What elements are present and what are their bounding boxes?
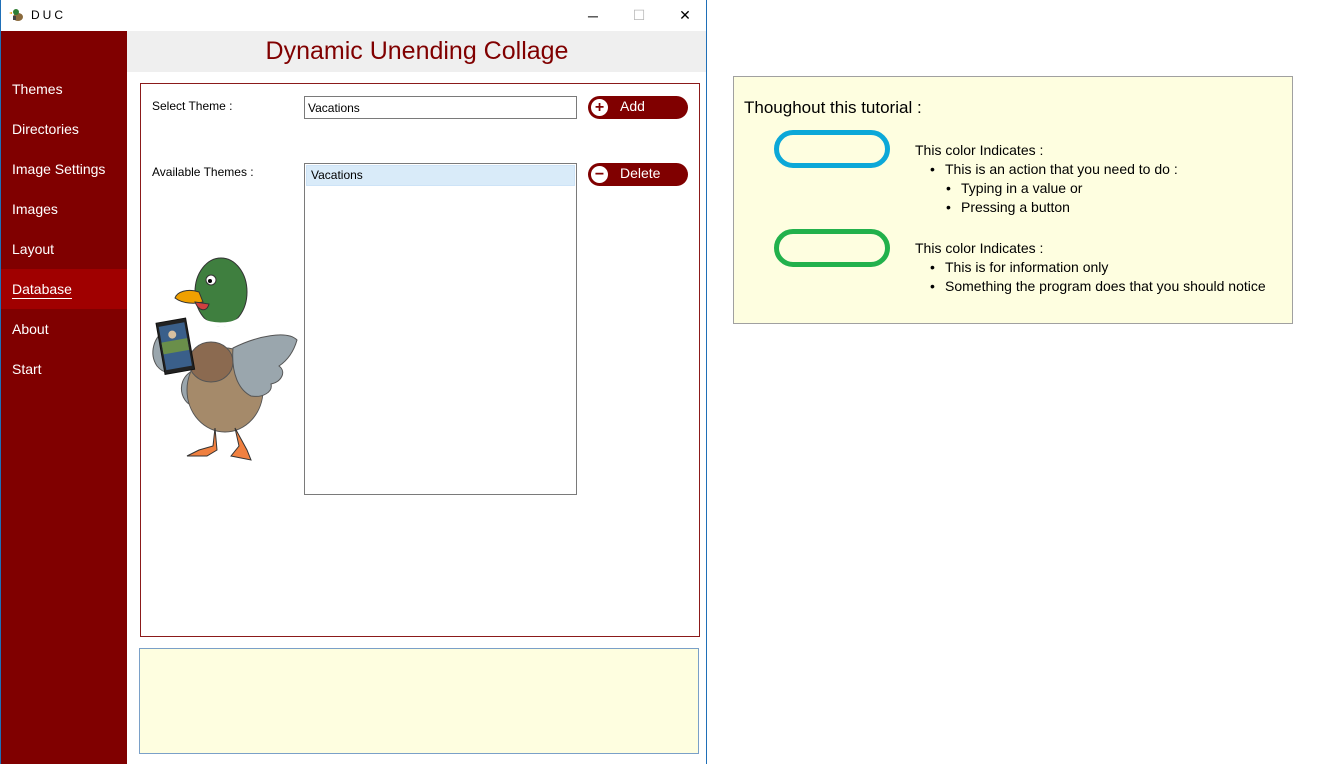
sidebar-item-label: Themes [12, 81, 63, 97]
action-line-3: Pressing a button [946, 199, 1070, 215]
page-title: Dynamic Unending Collage [127, 31, 706, 72]
list-item[interactable]: Vacations [306, 165, 575, 186]
plus-circle-icon: + [590, 98, 609, 117]
sidebar-item-about[interactable]: About [1, 309, 127, 349]
sidebar-item-image-settings[interactable]: Image Settings [1, 149, 127, 189]
window-title: DUC [31, 8, 66, 22]
sidebar-item-label: Layout [12, 241, 55, 257]
sidebar-item-label: Image Settings [12, 161, 106, 177]
sidebar: Themes Directories Image Settings Images… [1, 31, 127, 764]
info-color-swatch [774, 229, 890, 267]
sidebar-item-label: Images [12, 201, 58, 217]
sidebar-item-label: Directories [12, 121, 79, 137]
duck-logo-icon [9, 9, 23, 21]
sidebar-item-directories[interactable]: Directories [1, 109, 127, 149]
sidebar-item-label: Start [12, 361, 42, 377]
action-line-1: This is an action that you need to do : [930, 161, 1178, 177]
add-button-label: Add [620, 98, 645, 114]
action-indicates-text: This color Indicates : [915, 142, 1044, 158]
add-button[interactable]: + Add [588, 96, 688, 119]
tutorial-heading: Thoughout this tutorial : [744, 98, 922, 117]
delete-button-label: Delete [620, 165, 661, 181]
sidebar-item-label: Database [12, 281, 72, 299]
info-indicates-text: This color Indicates : [915, 240, 1044, 256]
sidebar-item-themes[interactable]: Themes [1, 69, 127, 109]
minimize-button[interactable]: ─ [570, 0, 616, 31]
sidebar-item-label: About [12, 321, 49, 337]
select-theme-label: Select Theme : [152, 99, 233, 113]
sidebar-item-images[interactable]: Images [1, 189, 127, 229]
status-info-box [139, 648, 699, 754]
action-line-2: Typing in a value or [946, 180, 1082, 196]
sidebar-item-start[interactable]: Start [1, 349, 127, 389]
minus-circle-icon: − [590, 165, 609, 184]
available-themes-list[interactable]: Vacations [304, 163, 577, 495]
duck-mascot-illustration [152, 257, 298, 461]
delete-button[interactable]: − Delete [588, 163, 688, 186]
available-themes-label: Available Themes : [152, 165, 254, 179]
app-window: DUC ─ ☐ ✕ Themes Directories Image Setti… [0, 0, 707, 764]
sidebar-item-layout[interactable]: Layout [1, 229, 127, 269]
maximize-button[interactable]: ☐ [616, 0, 662, 31]
title-bar[interactable]: DUC ─ ☐ ✕ [1, 0, 706, 31]
sidebar-item-database[interactable]: Database [1, 269, 127, 309]
select-theme-input[interactable] [304, 96, 577, 119]
close-button[interactable]: ✕ [662, 0, 706, 31]
info-line-2: Something the program does that you shou… [930, 278, 1266, 294]
action-color-swatch [774, 130, 890, 168]
info-line-1: This is for information only [930, 259, 1108, 275]
